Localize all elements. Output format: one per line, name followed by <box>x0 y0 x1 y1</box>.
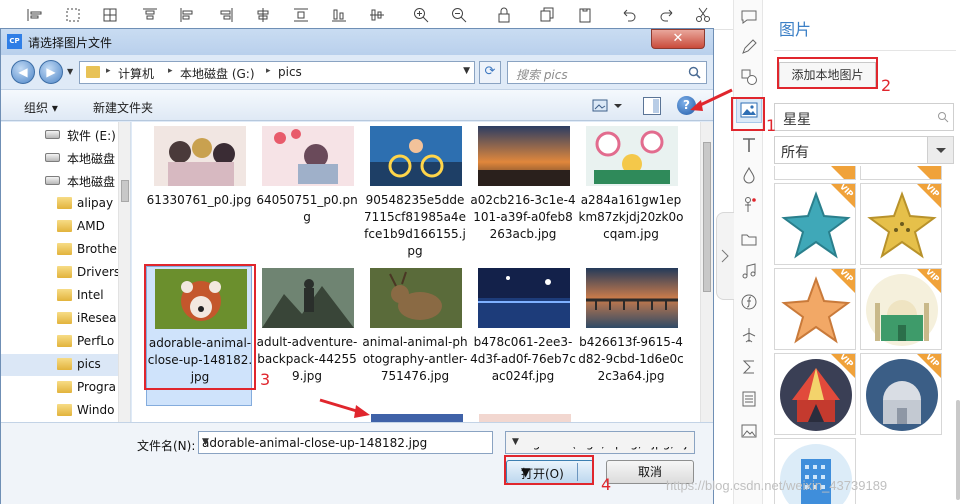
annotation-arrow-icon <box>319 398 361 414</box>
annotation-arrows <box>319 88 733 418</box>
watermark: https://blog.csdn.net/weixin_43739189 <box>666 478 888 493</box>
annotation-arrowhead-icon <box>690 100 703 111</box>
annotation-arrowhead-icon <box>354 405 370 418</box>
